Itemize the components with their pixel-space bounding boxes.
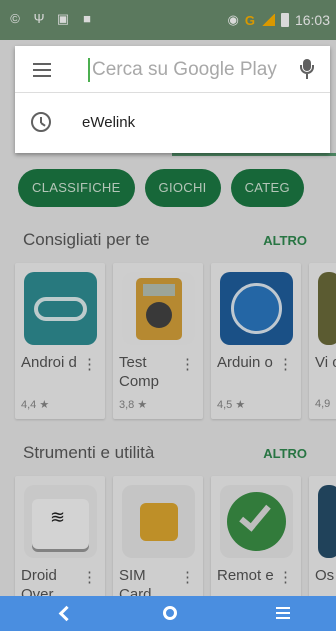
app-name: Vi o: [315, 354, 336, 371]
app-rating: 4,9: [315, 398, 331, 410]
suggestion-label: eWelink: [82, 114, 136, 131]
search-bar: [15, 46, 330, 93]
app-name: Test Comp: [119, 354, 160, 390]
more-button-recommended[interactable]: ALTRO: [263, 233, 307, 248]
notification-icons: © Ψ ▣ ■: [8, 12, 94, 26]
wifi-icon: ◉: [227, 12, 239, 27]
signal-icon: [260, 14, 275, 26]
plug-icon: [220, 272, 293, 345]
navigation-bar: [0, 596, 336, 631]
whatsapp-icon: ©: [10, 11, 20, 26]
checkmark-icon: [220, 485, 293, 558]
multimeter-icon: [122, 272, 195, 345]
status-bar: © Ψ ▣ ■ ◉ G 16:03: [0, 0, 336, 40]
overflow-menu-icon[interactable]: ⋮: [82, 355, 97, 373]
clock: 16:03: [294, 12, 330, 28]
chip-giochi[interactable]: GIOCHI: [144, 169, 221, 207]
app-name: Arduin o: [217, 354, 273, 371]
arduino-icon: [24, 272, 97, 345]
microphone-icon[interactable]: [300, 59, 314, 81]
back-icon[interactable]: [56, 604, 74, 622]
overflow-menu-icon[interactable]: ⋮: [82, 568, 97, 586]
app-icon: [318, 272, 336, 345]
hamburger-menu-icon[interactable]: [33, 63, 51, 77]
header-band: [172, 153, 336, 156]
search-input[interactable]: [92, 56, 282, 84]
search-suggestion[interactable]: eWelink: [15, 93, 330, 153]
recommended-apps-row: Androi d ⋮ 4,4 ★ Test Comp ⋮ 3,8 ★ Ardui…: [15, 263, 336, 419]
section-title-recommended: Consigliati per te: [23, 230, 150, 249]
battery-icon: [280, 13, 289, 27]
app-rating: 3,8 ★: [119, 399, 148, 411]
wifi-drive-icon: ≋: [24, 485, 97, 558]
app-card[interactable]: Test Comp ⋮ 3,8 ★: [113, 263, 203, 419]
message-icon: ▣: [56, 11, 70, 26]
history-icon: [31, 112, 51, 132]
menu-icon[interactable]: [276, 607, 290, 619]
section-title-tools: Strumenti e utilità: [23, 443, 155, 462]
overflow-menu-icon[interactable]: ⋮: [278, 568, 293, 586]
usb-icon: Ψ: [33, 11, 45, 26]
overflow-menu-icon[interactable]: ⋮: [180, 355, 195, 373]
waveform-icon: [318, 485, 336, 558]
category-chips: CLASSIFICHE GIOCHI CATEG: [18, 169, 304, 207]
chip-classifiche[interactable]: CLASSIFICHE: [18, 169, 135, 207]
text-cursor: [88, 58, 90, 82]
overflow-menu-icon[interactable]: ⋮: [278, 355, 293, 373]
app-rating: 4,4 ★: [21, 399, 50, 411]
app-card[interactable]: Vi o 4,9: [309, 263, 336, 419]
overflow-menu-icon[interactable]: ⋮: [180, 568, 195, 586]
app-card[interactable]: Arduin o ⋮ 4,5 ★: [211, 263, 301, 419]
search-panel: eWelink: [15, 46, 330, 153]
app-name: Os: [315, 567, 335, 584]
network-type: G: [244, 12, 255, 28]
sim-card-icon: [122, 485, 195, 558]
image-icon: ■: [83, 11, 91, 26]
app-name: Androi d: [21, 354, 77, 371]
home-icon[interactable]: [163, 606, 177, 620]
app-rating: 4,5 ★: [217, 399, 246, 411]
chip-categorie[interactable]: CATEG: [230, 169, 304, 207]
app-name: Remot e: [217, 567, 274, 584]
play-store-home: CLASSIFICHE GIOCHI CATEG Consigliati per…: [0, 153, 336, 631]
more-button-tools[interactable]: ALTRO: [263, 446, 307, 461]
app-card[interactable]: Androi d ⋮ 4,4 ★: [15, 263, 105, 419]
